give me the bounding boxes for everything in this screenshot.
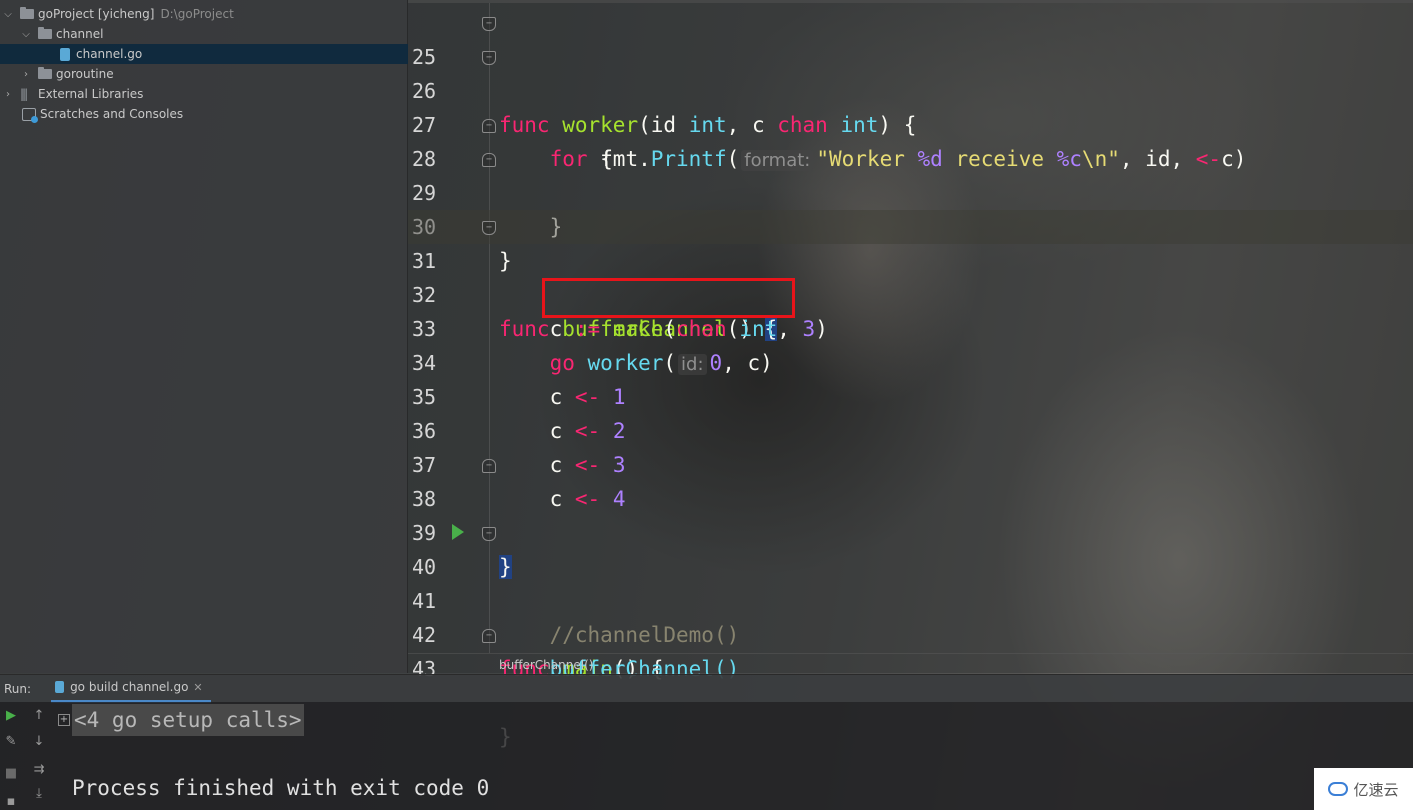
go-file-icon (60, 47, 70, 61)
chevron-down-icon[interactable]: ⌵ (20, 29, 32, 40)
code-line[interactable]: 26 − for { (408, 40, 1413, 171)
run-gutter-icon[interactable] (452, 524, 464, 540)
chevron-right-icon[interactable]: › (20, 69, 32, 80)
code-line[interactable]: 40 − func main() { (408, 516, 1413, 681)
expand-icon[interactable]: + (58, 714, 70, 726)
chevron-right-icon[interactable]: › (2, 89, 14, 100)
folded-text[interactable]: <4 go setup calls> (72, 704, 304, 736)
stop-icon[interactable]: ■ (3, 766, 19, 782)
tree-item-channel[interactable]: ⌵ channel (0, 24, 408, 44)
fold-icon[interactable]: − (482, 221, 496, 235)
code-line[interactable]: 32 c := make(chan int, 3) (408, 244, 1413, 341)
tree-item-channel-go[interactable]: channel.go (0, 44, 408, 64)
tree-item-scratches[interactable]: Scratches and Consoles (0, 104, 408, 124)
code-line[interactable]: 42 bufferChannel() (408, 584, 1413, 681)
run-tool-body: ▶ ↑ ✎ ↓ ■ ⇉ ⤓ ▪ + <4 go setup calls> Pro… (0, 702, 1413, 810)
tree-item-goroutine[interactable]: › goroutine (0, 64, 408, 84)
watermark-text: 亿速云 (1353, 780, 1399, 799)
fold-icon[interactable]: − (482, 51, 496, 65)
fold-icon[interactable]: − (482, 527, 496, 541)
code-line[interactable]: 39 (408, 482, 1413, 545)
project-root-path: D:\goProject (160, 7, 234, 21)
project-panel: ⌵ goProject [yicheng] D:\goProject ⌵ cha… (0, 0, 408, 673)
run-tool-header: Run: go build channel.go ✕ (0, 674, 1413, 703)
folder-icon (38, 27, 52, 39)
code-line[interactable]: 36 c <- 3 (408, 380, 1413, 477)
fold-icon[interactable]: − (482, 17, 496, 31)
code-editor[interactable]: 25 − func worker(id int, c chan int) { 2… (408, 0, 1413, 749)
watermark-logo: 亿速云 (1314, 768, 1413, 810)
tree-item-external-libraries[interactable]: › ||| External Libraries (0, 84, 408, 104)
fold-icon[interactable]: − (482, 459, 496, 473)
wrench-icon[interactable]: ✎ (3, 734, 19, 750)
folder-icon (38, 67, 52, 79)
breadcrumb-item[interactable]: bufferChannel() (499, 658, 593, 672)
code-line[interactable]: 27 fmt.Printf(format: "Worker %d receive … (408, 74, 1413, 171)
run-tab-label: go build channel.go (70, 680, 189, 694)
arrow-down-icon[interactable]: ↓ (31, 734, 47, 750)
library-icon: ||| (20, 87, 28, 101)
run-toolbar: ▶ ↑ ✎ ↓ ■ ⇉ ⤓ ▪ (0, 702, 52, 810)
code-line[interactable]: 37 c <- 4 (408, 414, 1413, 511)
fold-icon[interactable]: − (482, 629, 496, 643)
console-output[interactable]: + <4 go setup calls> Process finished wi… (58, 702, 1308, 810)
project-root-label: goProject [yicheng] (38, 7, 155, 21)
code-line[interactable]: 25 − func worker(id int, c chan int) { (408, 6, 1413, 137)
code-line[interactable]: 28 − } (408, 108, 1413, 239)
code-line[interactable]: 43 − } (408, 618, 1413, 749)
tree-item-label: channel.go (76, 47, 143, 61)
fold-icon[interactable]: − (482, 153, 496, 167)
code-line[interactable]: 29 − } (408, 142, 1413, 273)
fold-icon[interactable]: − (482, 119, 496, 133)
go-file-icon (55, 681, 65, 693)
cloud-logo-icon (1328, 782, 1349, 796)
breadcrumb[interactable]: bufferChannel() (408, 653, 1413, 676)
code-line[interactable]: 41 //channelDemo() (408, 550, 1413, 647)
tree-item-label: External Libraries (38, 87, 144, 101)
folder-icon (20, 7, 34, 19)
process-finished-text: Process finished with exit code 0 (72, 776, 490, 800)
pin-icon[interactable]: ▪ (3, 794, 19, 810)
folded-setup-calls[interactable]: + <4 go setup calls> (58, 704, 304, 736)
close-icon[interactable]: ✕ (193, 681, 202, 694)
run-tab[interactable]: go build channel.go ✕ (51, 675, 211, 703)
tree-item-label: goroutine (56, 67, 114, 81)
code-line-current[interactable]: 31 − func bufferChannel() { (408, 210, 1413, 341)
scratch-icon (22, 107, 38, 123)
code-line[interactable]: 30 (408, 176, 1413, 239)
arrow-up-icon[interactable]: ↑ (31, 708, 47, 724)
chevron-down-icon[interactable]: ⌵ (2, 9, 14, 20)
tree-item-label: Scratches and Consoles (40, 107, 184, 121)
tree-item-label: channel (56, 27, 104, 41)
scroll-to-end-icon[interactable]: ⤓ (31, 786, 47, 802)
red-highlight-box (542, 278, 795, 318)
project-root-item[interactable]: ⌵ goProject [yicheng] D:\goProject (0, 4, 408, 24)
code-line[interactable]: 35 c <- 2 (408, 346, 1413, 443)
run-label: Run: (4, 681, 32, 696)
rerun-icon[interactable]: ▶ (3, 708, 19, 724)
soft-wrap-icon[interactable]: ⇉ (31, 762, 47, 778)
code-line[interactable]: 38 − } (408, 448, 1413, 579)
